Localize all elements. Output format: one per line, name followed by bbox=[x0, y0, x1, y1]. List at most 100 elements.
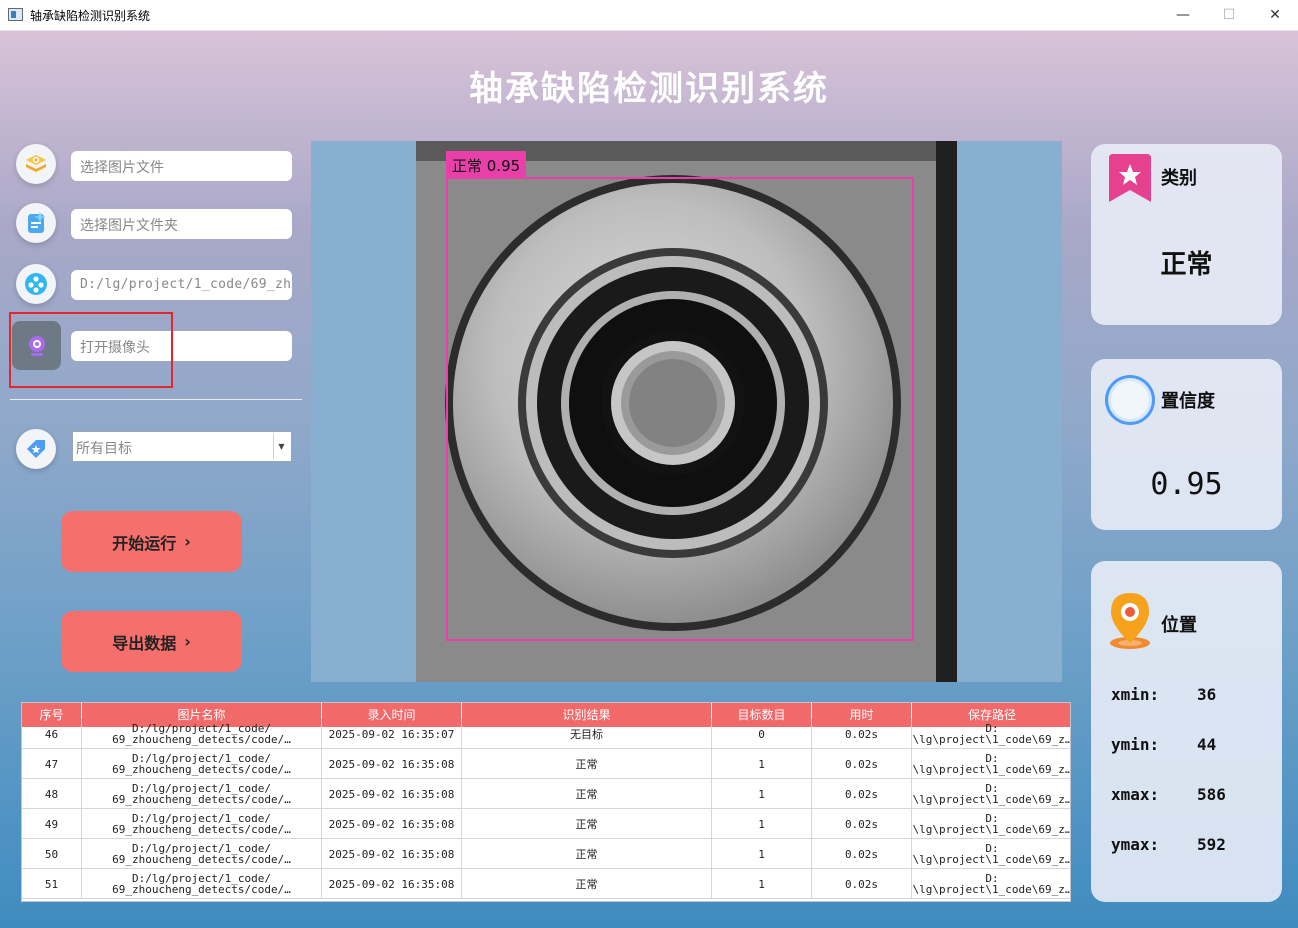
export-button-label: 导出数据 bbox=[112, 633, 177, 653]
cell-name: D:/lg/project/1_code/ 69_zhoucheng_detec… bbox=[82, 809, 322, 839]
ymax-label: ymax: bbox=[1111, 835, 1160, 854]
position-label: 位置 bbox=[1161, 615, 1197, 636]
cell-result: 正常 bbox=[462, 809, 712, 839]
target-tag-icon bbox=[16, 429, 56, 469]
target-select-value: 所有目标 bbox=[76, 441, 132, 457]
xmax-label: xmax: bbox=[1111, 785, 1160, 804]
cell-duration: 0.02s bbox=[812, 869, 912, 899]
cell-duration: 0.02s bbox=[812, 809, 912, 839]
confidence-value: 0.95 bbox=[1150, 467, 1223, 502]
ymin-value: 44 bbox=[1197, 735, 1217, 754]
table-row[interactable]: 50 D:/lg/project/1_code/ 69_zhoucheng_det… bbox=[22, 839, 1071, 869]
window-titlebar: 轴承缺陷检测识别系统 — ☐ ✕ bbox=[0, 0, 1298, 31]
cell-count: 1 bbox=[712, 779, 812, 809]
target-select[interactable]: 所有目标 ▼ bbox=[72, 431, 292, 462]
minimize-button[interactable]: — bbox=[1160, 0, 1206, 31]
table-row[interactable]: 48 D:/lg/project/1_code/ 69_zhoucheng_det… bbox=[22, 779, 1071, 809]
cell-index: 50 bbox=[22, 839, 82, 869]
chevron-right-icon: › bbox=[184, 632, 191, 651]
image-folder-icon[interactable] bbox=[16, 203, 56, 243]
cell-count: 1 bbox=[712, 809, 812, 839]
table-row[interactable]: 51 D:/lg/project/1_code/ 69_zhoucheng_det… bbox=[22, 869, 1071, 899]
cell-time: 2025-09-02 16:35:08 bbox=[322, 839, 462, 869]
cell-result: 正常 bbox=[462, 839, 712, 869]
cell-time: 2025-09-02 16:35:08 bbox=[322, 809, 462, 839]
table-row[interactable]: 46 D:/lg/project/1_code/ 69_zhoucheng_det… bbox=[22, 719, 1071, 749]
image-file-input[interactable]: 选择图片文件 bbox=[71, 151, 292, 181]
position-card: 位置 xmin: 36 ymin: 44 xmax: 586 ymax: 592 bbox=[1091, 561, 1282, 902]
bookmark-star-icon bbox=[1109, 154, 1151, 202]
video-path-input[interactable]: D:/lg/project/1_code/69_zhoucheng bbox=[71, 270, 292, 300]
cell-name: D:/lg/project/1_code/ 69_zhoucheng_detec… bbox=[82, 869, 322, 899]
cell-index: 47 bbox=[22, 749, 82, 779]
cell-result: 无目标 bbox=[462, 719, 712, 749]
category-label: 类别 bbox=[1161, 168, 1197, 189]
cell-path: D: \lg\project\1_code\69_z… bbox=[912, 872, 1071, 896]
cell-index: 46 bbox=[22, 719, 82, 749]
window-title: 轴承缺陷检测识别系统 bbox=[30, 9, 151, 23]
cell-count: 0 bbox=[712, 719, 812, 749]
results-table[interactable]: 序号 图片名称 录入时间 识别结果 目标数目 用时 保存路径 46 D:/lg/p… bbox=[21, 702, 1071, 902]
cell-duration: 0.02s bbox=[812, 779, 912, 809]
cell-result: 正常 bbox=[462, 869, 712, 899]
detection-box bbox=[446, 177, 914, 641]
confidence-label: 置信度 bbox=[1161, 391, 1215, 412]
cell-index: 49 bbox=[22, 809, 82, 839]
cell-result: 正常 bbox=[462, 779, 712, 809]
cell-duration: 0.02s bbox=[812, 749, 912, 779]
cell-count: 1 bbox=[712, 749, 812, 779]
video-icon[interactable] bbox=[16, 264, 56, 304]
image-view: 正常 0.95 bbox=[311, 141, 1062, 682]
detection-label: 正常 0.95 bbox=[446, 151, 527, 178]
main-window: 轴承缺陷检测识别系统 选择图片文件 选择图片文件夹 D:/lg/project/… bbox=[0, 31, 1298, 928]
cell-duration: 0.02s bbox=[812, 719, 912, 749]
confidence-card: 置信度 0.95 bbox=[1091, 359, 1282, 530]
cell-duration: 0.02s bbox=[812, 839, 912, 869]
app-icon bbox=[8, 8, 23, 21]
ymax-value: 592 bbox=[1197, 835, 1226, 854]
run-button[interactable]: 开始运行 › bbox=[61, 511, 242, 572]
table-row[interactable]: 47 D:/lg/project/1_code/ 69_zhoucheng_det… bbox=[22, 749, 1071, 779]
cell-time: 2025-09-02 16:35:08 bbox=[322, 749, 462, 779]
ymin-row: ymin: 44 bbox=[1111, 735, 1216, 754]
cell-result: 正常 bbox=[462, 749, 712, 779]
cell-index: 51 bbox=[22, 869, 82, 899]
cell-name: D:/lg/project/1_code/ 69_zhoucheng_detec… bbox=[82, 749, 322, 779]
cell-path: D: \lg\project\1_code\69_z… bbox=[912, 782, 1071, 806]
xmax-value: 586 bbox=[1197, 785, 1226, 804]
close-button[interactable]: ✕ bbox=[1252, 0, 1298, 31]
cell-count: 1 bbox=[712, 839, 812, 869]
xmin-label: xmin: bbox=[1111, 685, 1160, 704]
cell-name: D:/lg/project/1_code/ 69_zhoucheng_detec… bbox=[82, 779, 322, 809]
chevron-right-icon: › bbox=[184, 532, 191, 551]
maximize-button[interactable]: ☐ bbox=[1206, 0, 1252, 31]
cell-index: 48 bbox=[22, 779, 82, 809]
xmin-value: 36 bbox=[1197, 685, 1217, 704]
cell-name: D:/lg/project/1_code/ 69_zhoucheng_detec… bbox=[82, 719, 322, 749]
xmax-row: xmax: 586 bbox=[1111, 785, 1226, 804]
divider bbox=[10, 399, 302, 400]
cell-count: 1 bbox=[712, 869, 812, 899]
ymax-row: ymax: 592 bbox=[1111, 835, 1226, 854]
cell-path: D: \lg\project\1_code\69_z… bbox=[912, 842, 1071, 866]
page-title: 轴承缺陷检测识别系统 bbox=[469, 69, 829, 109]
cell-path: D: \lg\project\1_code\69_z… bbox=[912, 722, 1071, 746]
cell-time: 2025-09-02 16:35:08 bbox=[322, 869, 462, 899]
chevron-down-icon[interactable]: ▼ bbox=[273, 434, 289, 459]
cell-time: 2025-09-02 16:35:08 bbox=[322, 779, 462, 809]
cell-name: D:/lg/project/1_code/ 69_zhoucheng_detec… bbox=[82, 839, 322, 869]
location-pin-icon bbox=[1110, 593, 1150, 649]
cell-path: D: \lg\project\1_code\69_z… bbox=[912, 812, 1071, 836]
ymin-label: ymin: bbox=[1111, 735, 1160, 754]
category-card: 类别 正常 bbox=[1091, 144, 1282, 325]
export-button[interactable]: 导出数据 › bbox=[61, 611, 242, 672]
cell-time: 2025-09-02 16:35:07 bbox=[322, 719, 462, 749]
cell-path: D: \lg\project\1_code\69_z… bbox=[912, 752, 1071, 776]
confidence-icon bbox=[1105, 375, 1155, 425]
run-button-label: 开始运行 bbox=[112, 533, 177, 553]
image-file-icon[interactable] bbox=[16, 144, 56, 184]
highlight-frame bbox=[9, 312, 173, 388]
category-value: 正常 bbox=[1160, 250, 1213, 280]
image-folder-input[interactable]: 选择图片文件夹 bbox=[71, 209, 292, 239]
table-row[interactable]: 49 D:/lg/project/1_code/ 69_zhoucheng_det… bbox=[22, 809, 1071, 839]
